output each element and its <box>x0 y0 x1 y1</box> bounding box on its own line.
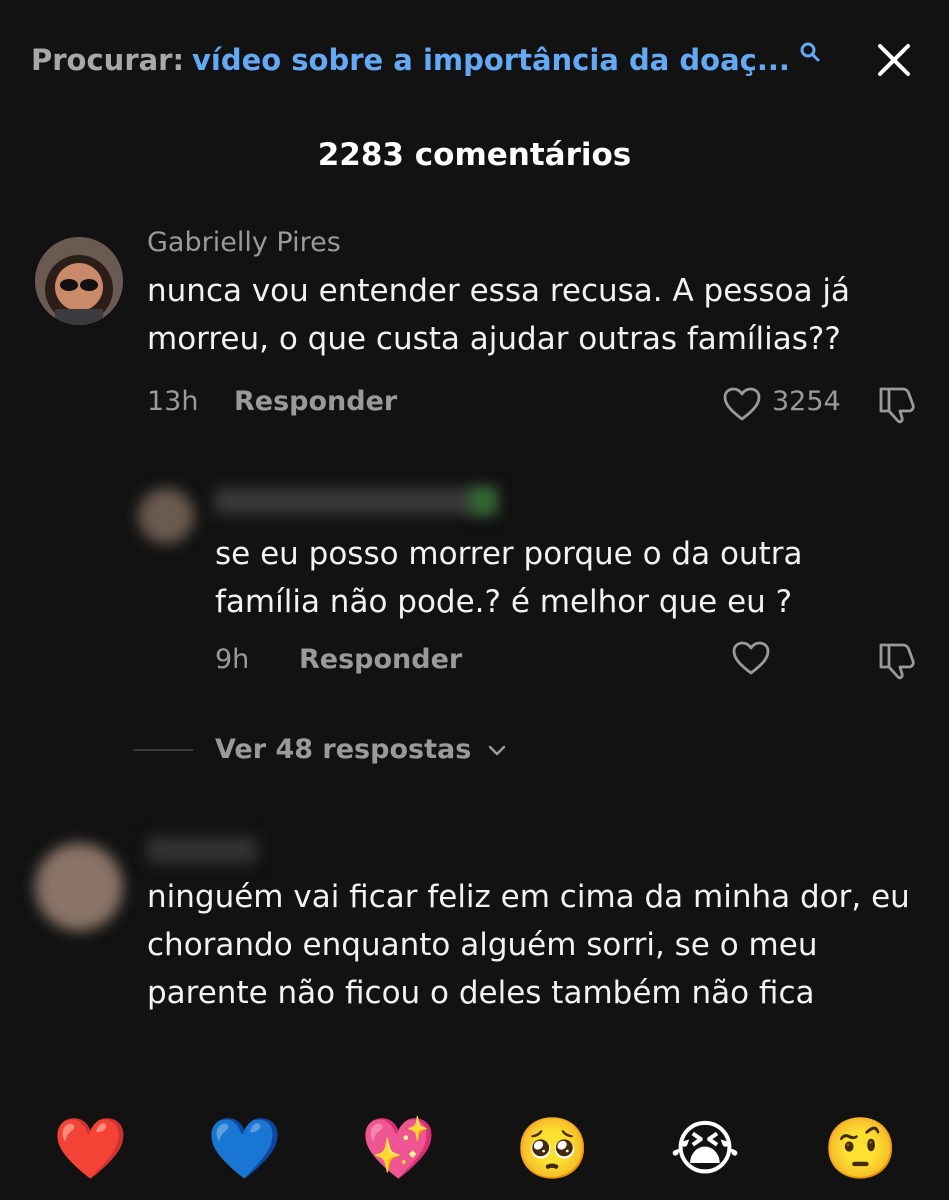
close-icon[interactable] <box>872 38 916 82</box>
view-replies-button[interactable]: Ver 48 respostas <box>215 734 507 765</box>
dislike-icon[interactable] <box>875 639 917 681</box>
comments-count-title: 2283 comentários <box>317 137 632 173</box>
heart-icon[interactable] <box>722 386 762 422</box>
reply-item: se eu posso morrer porque o da outra fam… <box>0 470 949 690</box>
search-label: Procurar: <box>31 43 185 77</box>
comment-text: nunca vou entender essa recusa. A pessoa… <box>147 273 851 357</box>
avatar[interactable] <box>35 237 123 325</box>
like-count: 3254 <box>772 386 841 417</box>
reply-button[interactable]: Responder <box>299 644 462 675</box>
replies-divider <box>133 749 193 751</box>
search-query-link[interactable]: vídeo sobre a importância da doaç... <box>192 43 790 77</box>
emoji-red-heart[interactable]: ❤️ <box>53 1113 128 1185</box>
avatar[interactable] <box>35 843 123 931</box>
heart-icon[interactable] <box>731 640 771 676</box>
view-replies-label: Ver 48 respostas <box>215 734 472 765</box>
search-bar: Procurar: vídeo sobre a importância da d… <box>0 0 949 120</box>
comment-item: ninguém vai ficar feliz em cima da minha… <box>0 825 949 1065</box>
emoji-sparkling-heart[interactable]: 💖 <box>361 1113 436 1185</box>
comment-time: 9h <box>215 644 250 675</box>
reply-button[interactable]: Responder <box>234 386 397 417</box>
emoji-loudly-crying-face[interactable]: 😭 <box>669 1113 741 1185</box>
quick-reaction-bar <box>0 1095 949 1200</box>
search-icon[interactable] <box>798 40 822 64</box>
comment-item: Gabrielly Pires nunca vou entender essa … <box>0 225 949 435</box>
author-badge <box>470 488 496 514</box>
comment-author[interactable]: Gabrielly Pires <box>147 227 341 258</box>
emoji-pleading-face[interactable]: 🥺 <box>515 1113 590 1185</box>
comment-author[interactable] <box>215 488 495 514</box>
dislike-icon[interactable] <box>875 383 917 425</box>
comment-author[interactable] <box>147 837 257 863</box>
emoji-blue-heart[interactable]: 💙 <box>207 1113 282 1185</box>
comment-text: ninguém vai ficar feliz em cima da minha… <box>147 879 910 1011</box>
comment-time: 13h <box>147 386 199 417</box>
comment-text: se eu posso morrer porque o da outra fam… <box>215 536 803 620</box>
chevron-down-icon <box>487 744 507 758</box>
emoji-raised-eyebrow-face[interactable]: 🤨 <box>823 1113 898 1185</box>
avatar[interactable] <box>138 488 194 544</box>
